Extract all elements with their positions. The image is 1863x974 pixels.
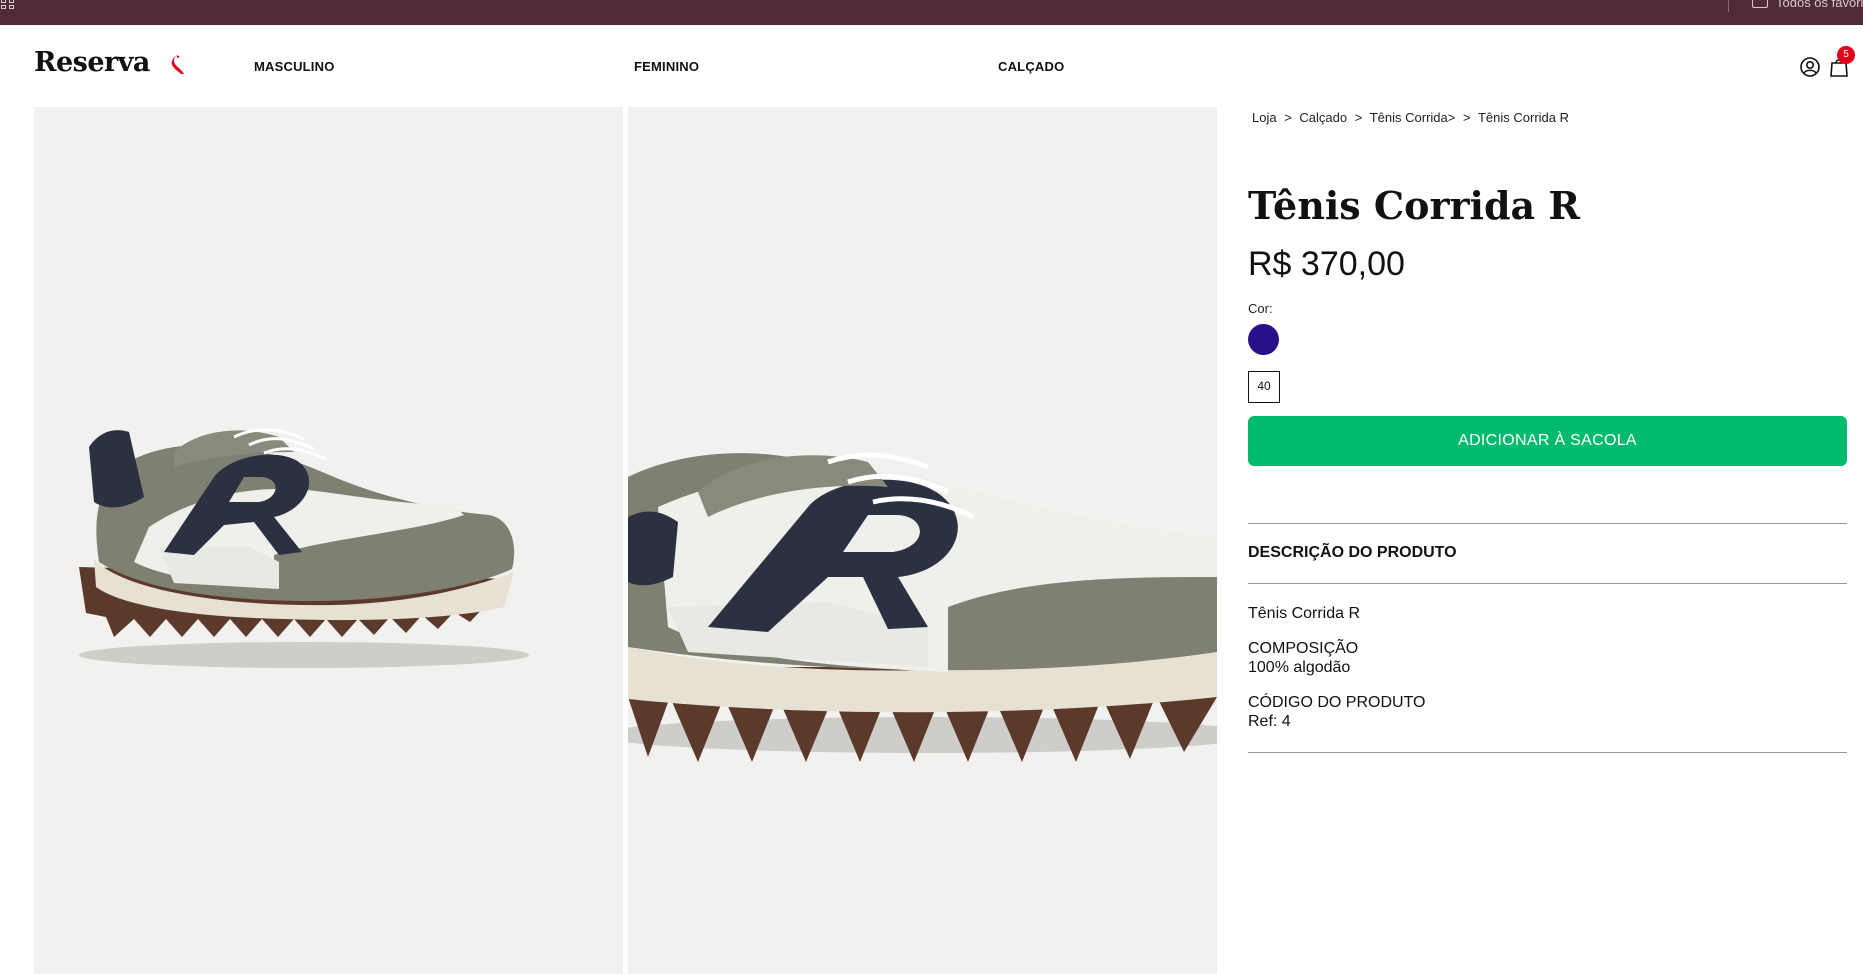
divider <box>1248 523 1847 524</box>
composition-value: 100% algodão <box>1248 659 1351 676</box>
breadcrumb-separator: > <box>1462 110 1471 125</box>
product-image-side[interactable] <box>34 107 623 974</box>
apps-grid-icon[interactable] <box>0 0 17 11</box>
sneaker-closeup-illustration <box>628 452 1217 762</box>
product-code-label: CÓDIGO DO PRODUTO <box>1248 694 1426 711</box>
product-description-heading[interactable]: DESCRIÇÃO DO PRODUTO <box>1248 544 1457 562</box>
user-account-icon[interactable] <box>1799 56 1821 78</box>
nav-calcado[interactable]: CALÇADO <box>998 59 1064 74</box>
breadcrumb: Loja > Calçado > Tênis Corrida> > Tênis … <box>1252 110 1573 125</box>
divider <box>1248 752 1847 753</box>
add-to-bag-button[interactable]: ADICIONAR À SACOLA <box>1248 416 1847 466</box>
product-code-value: Ref: 4 <box>1248 713 1291 730</box>
bookmarks-separator <box>1728 0 1729 12</box>
breadcrumb-tenis-corrida[interactable]: Tênis Corrida> <box>1370 110 1456 125</box>
breadcrumb-current: Tênis Corrida R <box>1477 110 1569 125</box>
browser-bookmarks-bar: Todos os favoritos <box>0 0 1863 25</box>
breadcrumb-separator: > <box>1354 110 1363 125</box>
description-product-name: Tênis Corrida R <box>1248 605 1361 622</box>
color-swatch-navy[interactable] <box>1248 324 1279 355</box>
breadcrumb-separator: > <box>1284 110 1292 125</box>
nav-masculino[interactable]: MASCULINO <box>254 59 335 74</box>
product-price: R$ 370,00 <box>1248 245 1405 283</box>
divider <box>1248 583 1847 584</box>
breadcrumb-calcado[interactable]: Calçado <box>1299 110 1347 125</box>
sneaker-side-illustration <box>79 428 529 668</box>
bird-logo-icon <box>171 55 184 74</box>
nav-feminino[interactable]: FEMININO <box>634 59 699 74</box>
all-bookmarks-link[interactable]: Todos os favoritos <box>1776 0 1863 10</box>
site-header: Reserva MASCULINO FEMININO CALÇADO 5 <box>0 25 1863 107</box>
size-option-40[interactable]: 40 <box>1248 371 1280 403</box>
product-image-closeup[interactable] <box>628 107 1217 974</box>
breadcrumb-loja[interactable]: Loja <box>1252 110 1277 125</box>
site-logo[interactable]: Reserva <box>34 47 150 78</box>
color-label: Cor: <box>1248 301 1273 316</box>
cart-count-badge: 5 <box>1837 46 1855 64</box>
product-title: Tênis Corrida R <box>1248 183 1580 228</box>
composition-label: COMPOSIÇÃO <box>1248 640 1359 657</box>
folder-icon[interactable] <box>1752 0 1768 8</box>
